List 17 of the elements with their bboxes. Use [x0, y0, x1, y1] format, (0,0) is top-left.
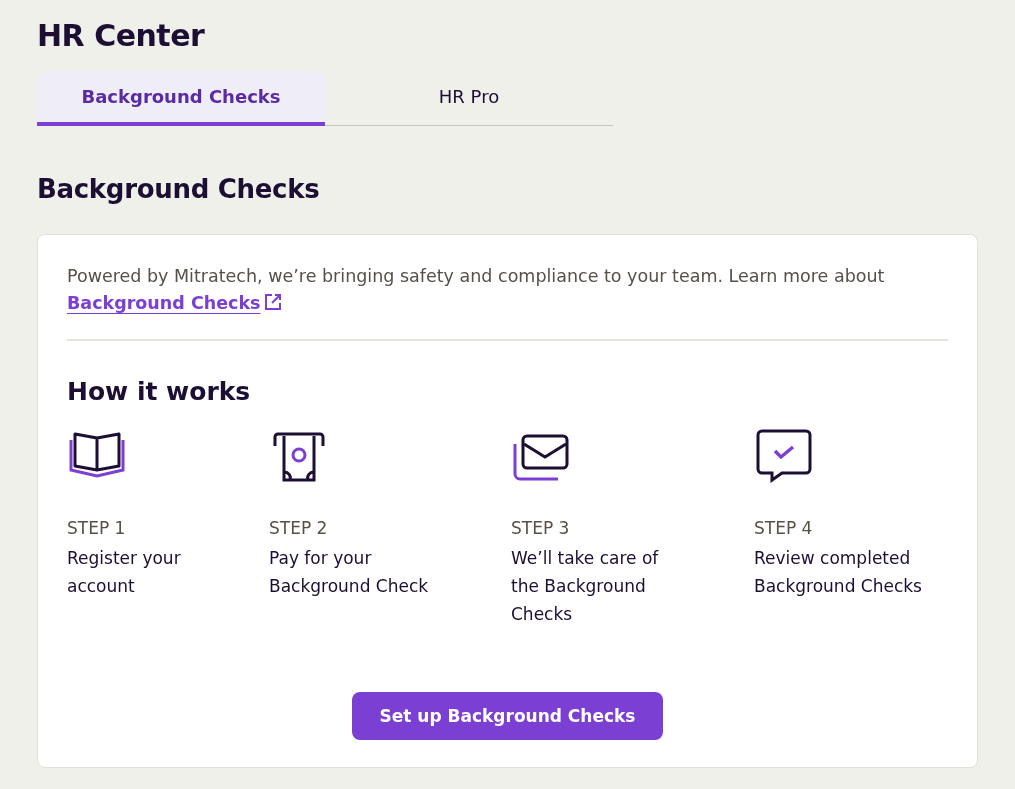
section-title: Background Checks: [37, 174, 321, 204]
step-label: STEP 2: [269, 518, 328, 538]
tab[interactable]: Background Checks: [37, 71, 325, 126]
intro-text: Powered by Mitratech, we’re bringing safety and compliance to your team. Learn more about Background Checks: [67, 263, 948, 341]
tab[interactable]: HR Pro: [325, 71, 613, 126]
step-description: Register your account: [67, 547, 182, 598]
step-description: Review completed Background Checks: [754, 547, 923, 598]
how-it-works-heading: How it works: [67, 377, 252, 406]
step-label: STEP 1: [67, 518, 126, 538]
step-label: STEP 4: [754, 518, 813, 538]
step-label: STEP 3: [511, 518, 570, 538]
page-title: HR Center: [37, 18, 206, 53]
step-description: Pay for your Background Check: [269, 547, 430, 598]
setup-button[interactable]: Set up Background Checks: [351, 692, 664, 740]
external-link-icon[interactable]: [264, 293, 283, 311]
step-description: We’ll take care of the Background Checks: [511, 547, 660, 626]
learn-more-link[interactable]: Background Checks: [67, 293, 283, 313]
